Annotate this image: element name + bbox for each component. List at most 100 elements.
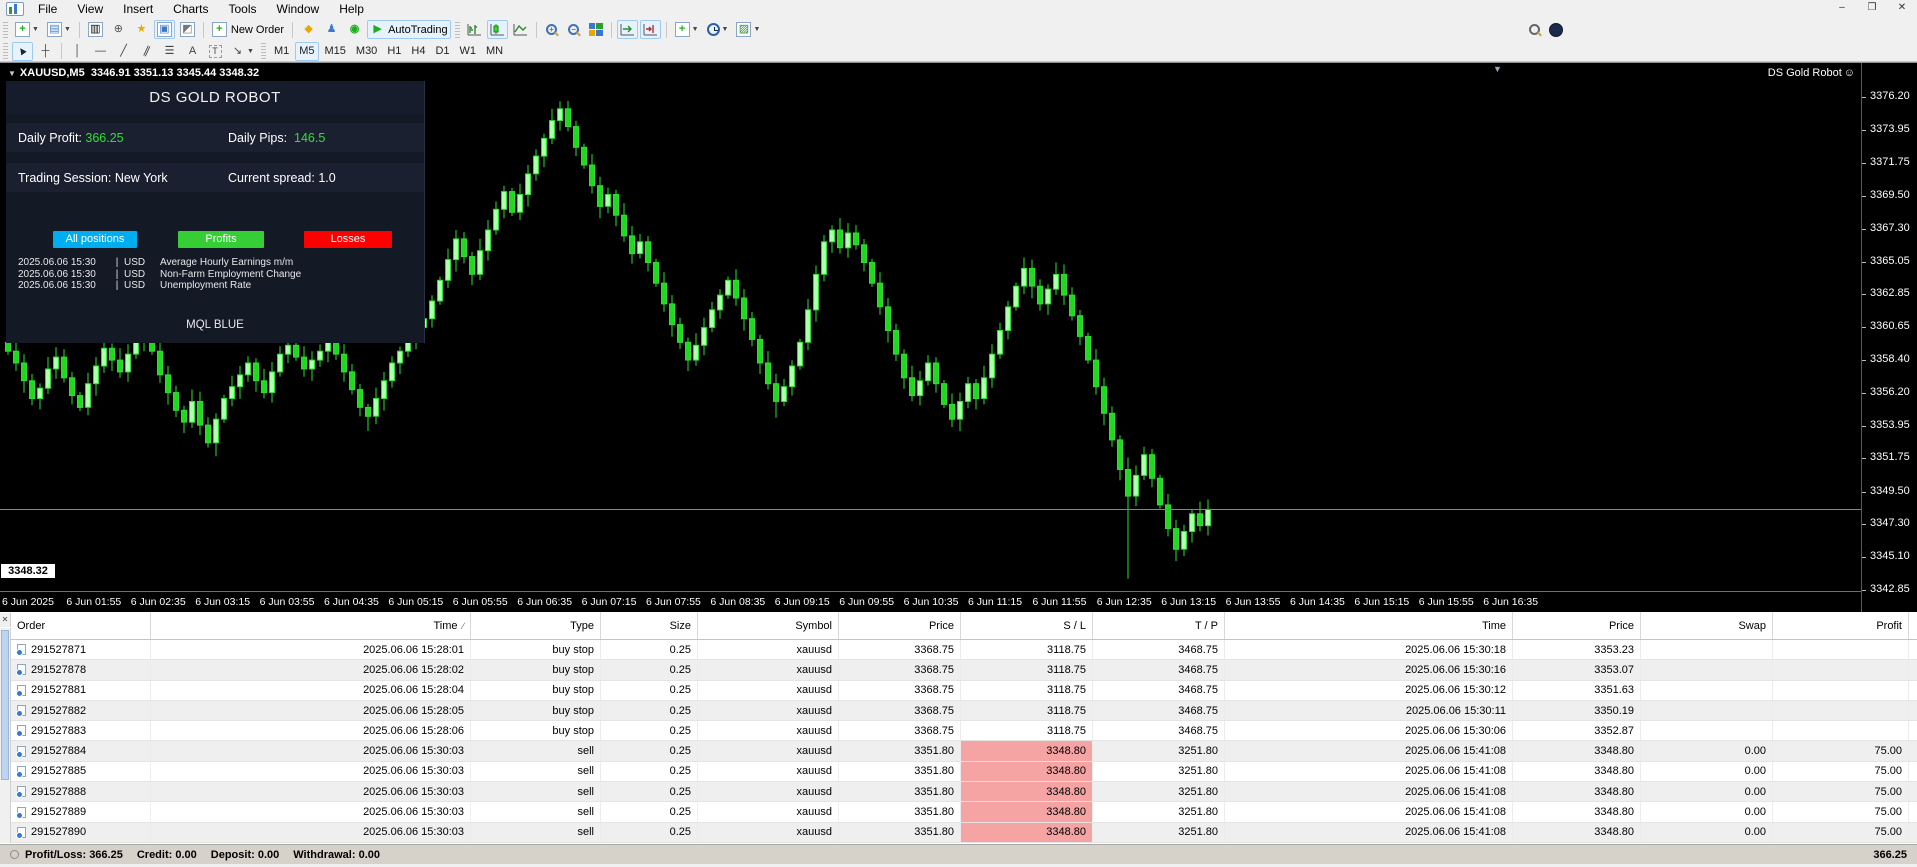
chart-shift-button[interactable] [639, 20, 661, 39]
column-header-type[interactable]: Type [471, 612, 601, 639]
table-row[interactable]: 291527878 2025.06.06 15:28:02 buy stop 0.25… [11, 660, 1917, 681]
maximize-button[interactable]: ❐ [1857, 0, 1887, 17]
experts-button[interactable]: ♟ [321, 20, 342, 39]
periods-button[interactable]: ▼ [704, 20, 732, 39]
tile-windows-button[interactable] [586, 20, 606, 39]
price-axis[interactable]: 3376.20 3373.95 3371.75 3369.50 3367.30 3365.… [1861, 63, 1917, 612]
timeframe-h1[interactable]: H1 [383, 42, 405, 61]
column-header-time[interactable]: Time ∕ [151, 612, 471, 639]
timeframe-m1[interactable]: M1 [270, 42, 293, 61]
column-header-sl[interactable]: S / L [961, 612, 1093, 639]
table-row[interactable]: 291527883 2025.06.06 15:28:06 buy stop 0.25… [11, 721, 1917, 742]
cell-tp: 3251.80 [1093, 822, 1225, 842]
timeframe-h4[interactable]: H4 [407, 42, 429, 61]
auto-scroll-button[interactable] [616, 20, 638, 39]
cell-tp: 3468.75 [1093, 721, 1225, 741]
minimize-button[interactable]: – [1827, 0, 1857, 17]
toolbar-grip[interactable] [454, 21, 460, 38]
menu-help[interactable]: Help [329, 0, 374, 18]
indicators-button[interactable]: + ▼ [672, 20, 702, 39]
cell-open-price: 3351.80 [839, 822, 961, 842]
column-header-symbol[interactable]: Symbol [698, 612, 839, 639]
column-header-time-close[interactable]: Time [1225, 612, 1513, 639]
new-order-button[interactable]: + New Order [209, 20, 287, 39]
trendline-button[interactable]: ╱ [113, 42, 134, 61]
toolbar-grip[interactable] [260, 43, 266, 59]
menu-insert[interactable]: Insert [113, 0, 163, 18]
timeframe-m15[interactable]: M15 [321, 42, 350, 61]
timeframe-m30[interactable]: M30 [352, 42, 381, 61]
menu-file[interactable]: File [28, 0, 67, 18]
timeframe-d1[interactable]: D1 [431, 42, 453, 61]
chart-window[interactable]: ▼ XAUUSD,M5 3346.91 3351.13 3345.44 3348.… [0, 62, 1917, 612]
metaeditor-button[interactable]: ◆ [298, 20, 319, 39]
all-positions-button[interactable]: All positions [53, 231, 137, 248]
text-label-button[interactable]: T [205, 42, 225, 61]
zoom-in-button[interactable]: + [542, 20, 562, 39]
table-row[interactable]: 291527885 2025.06.06 15:30:03 sell 0.25 xauu… [11, 761, 1917, 783]
community-button[interactable] [1546, 20, 1566, 39]
toolbar-separator [292, 21, 294, 38]
fibonacci-button[interactable]: ☰ [159, 42, 180, 61]
arrows-button[interactable]: ↘ ▼ [227, 42, 257, 61]
table-row[interactable]: 291527882 2025.06.06 15:28:05 buy stop 0.25… [11, 700, 1917, 722]
toolbar-grip[interactable] [3, 21, 8, 38]
table-row[interactable]: 291527888 2025.06.06 15:30:03 sell 0.25 xauu… [11, 782, 1917, 803]
news-time: 2025.06.06 15:30 [18, 280, 96, 291]
horizontal-line-button[interactable]: — [90, 42, 111, 61]
profiles-button[interactable]: ▤ ▼ [44, 20, 74, 39]
timeframe-mn[interactable]: MN [482, 42, 507, 61]
channel-button[interactable]: ∥ [136, 42, 157, 61]
menu-view[interactable]: View [67, 0, 113, 18]
chart-title[interactable]: ▼ XAUUSD,M5 3346.91 3351.13 3345.44 3348.… [8, 67, 259, 79]
column-header-price[interactable]: Price [839, 612, 961, 639]
cursor-button[interactable]: ▲ [12, 41, 33, 61]
table-row[interactable]: 291527889 2025.06.06 15:30:03 sell 0.25 xauu… [11, 802, 1917, 823]
cell-swap [1641, 660, 1773, 680]
autotrading-button[interactable]: ▶ AutoTrading [367, 20, 451, 39]
crosshair-button[interactable]: ┼ [35, 42, 56, 61]
vertical-scrollbar[interactable] [0, 628, 11, 843]
toolbar-grip[interactable] [3, 43, 8, 59]
strategy-tester-button[interactable]: ◩ [177, 20, 198, 39]
column-header-order[interactable]: Order [11, 612, 151, 639]
timeframe-w1[interactable]: W1 [456, 42, 481, 61]
cell-symbol: xauusd [698, 741, 839, 761]
column-header-tp[interactable]: T / P [1093, 612, 1225, 639]
scrollbar-thumb[interactable] [1, 630, 9, 780]
profits-button[interactable]: Profits [178, 231, 264, 248]
terminal-close-icon[interactable]: ✕ [0, 613, 11, 627]
table-row[interactable]: 291527890 2025.06.06 15:30:03 sell 0.25 xauu… [11, 822, 1917, 843]
losses-button[interactable]: Losses [304, 231, 392, 248]
timeframe-m5[interactable]: M5 [295, 41, 319, 61]
market-watch-button[interactable]: ▥ [85, 20, 106, 39]
menu-tools[interactable]: Tools [219, 0, 267, 18]
close-button[interactable]: ✕ [1887, 0, 1917, 17]
cell-open-price: 3368.75 [839, 660, 961, 680]
candlestick-chart-button[interactable] [486, 20, 508, 39]
templates-button[interactable]: ▨ ▼ [733, 20, 763, 39]
zoom-out-button[interactable]: − [564, 20, 584, 39]
time-axis[interactable]: 6 Jun 2025 6 Jun 01:55 6 Jun 02:35 6 Jun 03… [0, 591, 1861, 612]
bar-chart-button[interactable] [464, 20, 485, 39]
menu-window[interactable]: Window [267, 0, 330, 18]
cell-swap [1641, 700, 1773, 721]
navigator-button[interactable]: ★ [131, 20, 152, 39]
search-button[interactable] [1524, 20, 1544, 39]
text-button[interactable]: A [182, 42, 203, 61]
menu-charts[interactable]: Charts [163, 0, 218, 18]
vertical-line-button[interactable]: │ [67, 42, 88, 61]
column-header-swap-close[interactable]: Swap [1641, 612, 1773, 639]
column-header-size[interactable]: Size [601, 612, 698, 639]
data-window-button[interactable]: ⊕ [108, 20, 129, 39]
new-chart-button[interactable]: + ▼ [12, 20, 42, 39]
terminal-button[interactable]: ▣ [153, 20, 175, 39]
column-header-price-close[interactable]: Price [1513, 612, 1641, 639]
table-row[interactable]: 291527881 2025.06.06 15:28:04 buy stop 0.25… [11, 680, 1917, 701]
signals-button[interactable]: ◉ [344, 20, 365, 39]
table-row[interactable]: 291527884 2025.06.06 15:30:03 sell 0.25 xauu… [11, 741, 1917, 762]
line-chart-button[interactable] [510, 20, 531, 39]
chevron-down-icon: ▼ [691, 26, 699, 33]
table-row[interactable]: 291527871 2025.06.06 15:28:01 buy stop 0.25… [11, 640, 1917, 661]
column-header-profit-close[interactable]: Profit [1773, 612, 1909, 639]
